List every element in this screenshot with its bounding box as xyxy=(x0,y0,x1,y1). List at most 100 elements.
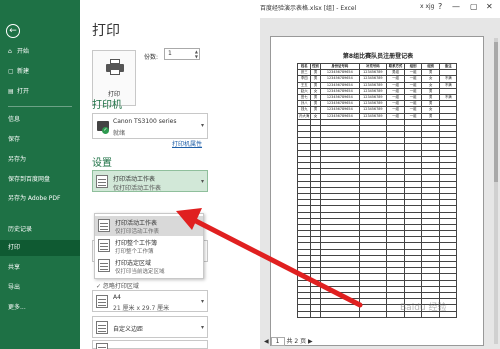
sheet-icon xyxy=(98,219,110,232)
menu-item-print-active-sheet[interactable]: 打印活动工作表 仅打印活动工作表 xyxy=(95,216,203,236)
printer-name: Canon TS3100 series xyxy=(113,118,177,125)
menu-item-print-workbook[interactable]: 打印整个工作簿 打印整个工作簿 xyxy=(95,236,203,256)
table-cell xyxy=(310,310,321,318)
document-title: 百度经验演示表格.xlsx [组] - Excel xyxy=(260,5,357,12)
sidebar-item-save-as-pdf[interactable]: 另存为 Adobe PDF xyxy=(0,192,80,214)
sheet-icon xyxy=(96,175,108,188)
page-title: 打印 xyxy=(92,23,120,39)
sidebar-item-share[interactable]: 共享 xyxy=(0,260,80,276)
sidebar-divider xyxy=(8,106,72,107)
preview-page: 第8组比赛队员注册登记表 姓名 性别 身份证号码 补充号码 联系方式 组别 组别 备注 张三男 1… xyxy=(270,36,484,346)
page-navigator: ◀ 1 共 2 页 ▶ xyxy=(264,336,313,346)
close-icon[interactable]: ✕ xyxy=(486,2,493,11)
page-number-input[interactable]: 1 xyxy=(270,337,285,346)
sidebar-item-history[interactable]: 历史记录 xyxy=(0,222,80,238)
sidebar-item-label: 新建 xyxy=(17,68,30,75)
printer-heading: 打印机 xyxy=(92,100,122,111)
sidebar-item-label: 打开 xyxy=(17,88,30,95)
folder-icon: ▤ xyxy=(8,88,14,95)
sidebar-item-home[interactable]: ⌂ 开始 xyxy=(0,44,80,60)
print-scope-select[interactable]: 打印活动工作表 仅打印活动工作表 ▾ xyxy=(92,170,208,192)
sidebar-item-open[interactable]: ▤ 打开 xyxy=(0,84,80,100)
menu-item-desc: 打印整个工作簿 xyxy=(115,249,154,255)
printer-select[interactable]: ✓ Canon TS3100 series 就绪 ▾ xyxy=(92,113,208,139)
scrollbar-thumb[interactable] xyxy=(494,42,498,182)
margins-select[interactable]: 自定义边距 ▾ xyxy=(92,316,208,338)
backstage-sidebar: ← ⌂ 开始 ▢ 新建 ▤ 打开 信息 保存 另存为 保存到百度网盘 另存为 Adob… xyxy=(0,0,80,349)
scaling-select[interactable] xyxy=(92,340,208,349)
menu-item-label: 打印活动工作表 xyxy=(115,220,158,227)
scaling-icon xyxy=(96,343,108,349)
table-cell xyxy=(319,310,360,318)
print-scope-menu: 打印活动工作表 仅打印活动工作表 打印整个工作簿 打印整个工作簿 打印选定区域 … xyxy=(94,213,204,279)
table-cell xyxy=(296,310,312,318)
sheet-title: 第8组比赛队员注册登记表 xyxy=(342,53,414,60)
menu-item-desc: 仅打印活动工作表 xyxy=(115,229,160,235)
printer-status: 就绪 xyxy=(113,130,126,137)
table-cell: 孙大海 xyxy=(296,112,312,120)
new-document-icon: ▢ xyxy=(8,68,14,75)
menu-item-print-selection[interactable]: 打印选定区域 仅打印当前选定区域 xyxy=(95,256,203,276)
paper-icon xyxy=(96,295,108,308)
table-cell: 123456789 xyxy=(358,75,387,83)
sidebar-item-label: 打印 xyxy=(8,244,21,251)
excel-print-backstage: ← ⌂ 开始 ▢ 新建 ▤ 打开 信息 保存 另存为 保存到百度网盘 另存为 Adob… xyxy=(0,0,500,349)
chevron-down-icon: ▾ xyxy=(200,122,204,129)
back-arrow-icon[interactable]: ← xyxy=(6,24,20,38)
setting-primary: A4 xyxy=(113,294,121,301)
sidebar-item-save-to-baidu[interactable]: 保存到百度网盘 xyxy=(0,172,80,188)
setting-primary: 自定义边距 xyxy=(113,326,144,333)
table-header-cell: 联系方式 xyxy=(385,62,406,71)
copies-stepper[interactable]: 1 ▲ ▼ xyxy=(164,48,200,60)
printer-properties-link[interactable]: 打印机属性 xyxy=(172,139,202,148)
chevron-down-icon: ▾ xyxy=(200,324,204,331)
restore-icon[interactable]: ▢ xyxy=(470,2,478,11)
minimize-icon[interactable]: — xyxy=(452,2,460,11)
sidebar-item-label: 保存 xyxy=(8,136,21,143)
table-cell: 123456789 xyxy=(358,69,387,77)
sidebar-item-label: 另存为 Adobe PDF xyxy=(8,195,61,202)
setting-secondary: 仅打印活动工作表 xyxy=(113,185,162,192)
table-cell: 123456789 xyxy=(358,87,387,95)
setting-secondary: 21 厘米 x 29.7 厘米 xyxy=(113,305,170,312)
menu-item-desc: 仅打印当前选定区域 xyxy=(115,269,165,275)
sidebar-item-more[interactable]: 更多... xyxy=(0,300,80,316)
print-preview-pane: 第8组比赛队员注册登记表 姓名 性别 身份证号码 补充号码 联系方式 组别 组别 备注 张三男 1… xyxy=(260,18,500,349)
sidebar-item-export[interactable]: 导出 xyxy=(0,280,80,296)
selection-icon xyxy=(98,259,110,272)
sidebar-item-label: 信息 xyxy=(8,116,21,123)
menu-item-label: 打印选定区域 xyxy=(115,260,152,267)
copies-value: 1 xyxy=(168,50,172,57)
setting-primary: 打印活动工作表 xyxy=(113,176,156,183)
sidebar-item-save[interactable]: 保存 xyxy=(0,132,80,148)
paper-size-select[interactable]: A4 21 厘米 x 29.7 厘米 ▾ xyxy=(92,290,208,312)
table-cell xyxy=(358,310,387,318)
sidebar-item-save-as[interactable]: 另存为 xyxy=(0,152,80,168)
table-header-cell: 性别 xyxy=(310,62,321,71)
copies-label: 份数: xyxy=(144,54,159,61)
watermark-logo: Baidu 经验 xyxy=(400,303,447,313)
table-cell: 123456789 xyxy=(358,81,387,89)
sidebar-item-label: 历史记录 xyxy=(8,226,33,233)
page-total: 共 2 页 xyxy=(286,338,307,345)
user-name[interactable]: x xjg xyxy=(420,3,434,10)
sidebar-item-label: 开始 xyxy=(17,48,30,55)
help-icon[interactable]: ? xyxy=(438,2,442,11)
next-page-icon[interactable]: ▶ xyxy=(308,338,313,345)
menu-item-label: 打印整个工作簿 xyxy=(115,240,158,247)
window-title-bar: 百度经验演示表格.xlsx [组] - Excel x xjg ? — ▢ ✕ xyxy=(80,0,500,18)
table-cell: 123456789 xyxy=(358,106,387,114)
margins-icon xyxy=(96,321,108,334)
preview-table: 姓名 性别 身份证号码 补充号码 联系方式 组别 组别 备注 张三男 123456789654 12… xyxy=(296,62,457,318)
workbook-icon xyxy=(98,239,110,252)
settings-heading: 设置 xyxy=(92,158,112,169)
sidebar-item-new[interactable]: ▢ 新建 xyxy=(0,64,80,80)
ignore-print-area-option[interactable]: ✓ 忽略打印区域 xyxy=(96,281,139,290)
sidebar-item-label: 另存为 xyxy=(8,156,27,163)
sidebar-item-print[interactable]: 打印 xyxy=(0,240,80,256)
sidebar-item-info[interactable]: 信息 xyxy=(0,112,80,128)
spinner-arrows-icon[interactable]: ▲ ▼ xyxy=(195,49,198,59)
prev-page-icon[interactable]: ◀ xyxy=(264,338,269,345)
chevron-down-icon: ▾ xyxy=(200,178,204,185)
table-cell: 123456789 xyxy=(358,93,387,102)
